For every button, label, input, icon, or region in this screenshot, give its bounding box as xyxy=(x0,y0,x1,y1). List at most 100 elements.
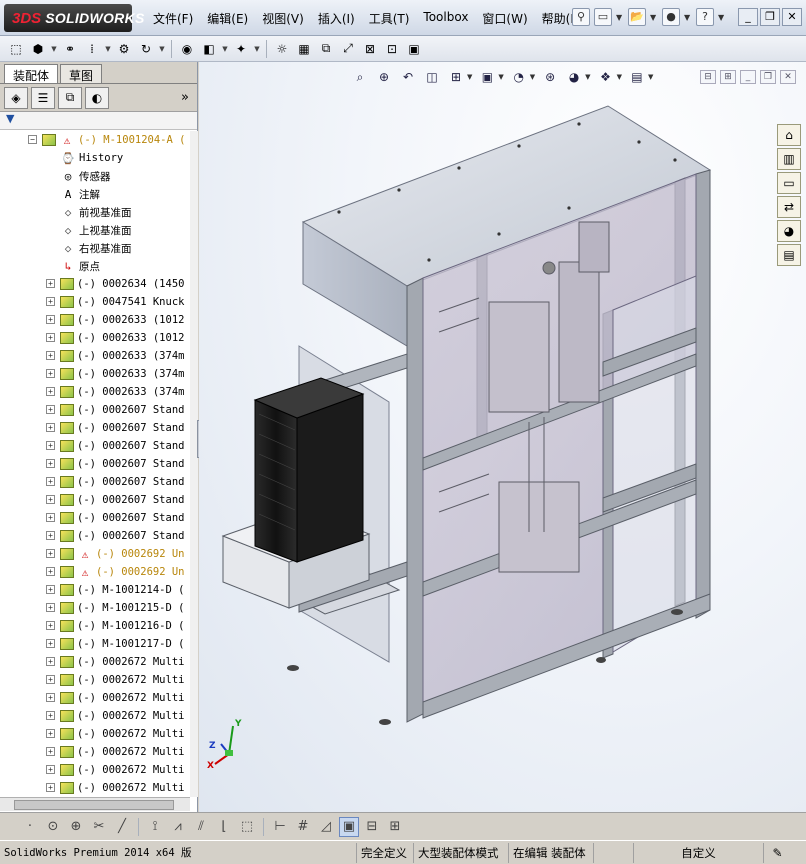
tree-component[interactable]: + (-) M-1001216-D ( xyxy=(0,617,190,635)
help-icon[interactable]: ? xyxy=(696,8,714,26)
open-folder-icon[interactable]: 📂 xyxy=(628,8,646,26)
insert-dropdown-icon[interactable]: ▼ xyxy=(50,39,58,59)
pattern-icon[interactable]: ◿ xyxy=(316,817,336,837)
front-left-post[interactable] xyxy=(406,277,424,723)
split-grid-icon[interactable]: ⊞ xyxy=(385,817,405,837)
tree-component[interactable]: + (-) 0002633 (374m xyxy=(0,347,190,365)
tree-component[interactable]: + (-) M-1001215-D ( xyxy=(0,599,190,617)
explode-line-icon[interactable]: ⤢ xyxy=(338,39,358,59)
expand-toggle-icon[interactable]: + xyxy=(46,279,55,288)
smart-fasteners-icon[interactable]: ⚙ xyxy=(114,39,134,59)
tree-component[interactable]: + (-) 0002672 Multi xyxy=(0,761,190,779)
open-dropdown-icon[interactable]: ▼ xyxy=(650,13,658,22)
tree-component[interactable]: + (-) M-1001217-D ( xyxy=(0,635,190,653)
tree-item[interactable]: ↳ 原点 xyxy=(0,257,190,275)
move-dropdown-icon[interactable]: ▼ xyxy=(158,39,166,59)
edit-component-icon[interactable]: ⬚ xyxy=(6,39,26,59)
tree-component[interactable]: + (-) 0002634 (1450 xyxy=(0,275,190,293)
expand-toggle-icon[interactable]: + xyxy=(46,639,55,648)
tree-component[interactable]: + (-) 0002607 Stand xyxy=(0,419,190,437)
expand-toggle-icon[interactable]: + xyxy=(46,567,55,576)
line-icon[interactable]: ╱ xyxy=(112,817,132,837)
expand-toggle-icon[interactable]: + xyxy=(46,513,55,522)
tree-component[interactable]: + (-) 0002633 (374m xyxy=(0,365,190,383)
tree-component[interactable]: + (-) 0002607 Stand xyxy=(0,491,190,509)
parallel-icon[interactable]: ⫽ xyxy=(191,817,211,837)
configuration-manager-icon[interactable]: ⧉ xyxy=(58,86,82,109)
tree-item[interactable]: ⌚ History xyxy=(0,149,190,167)
pin-icon[interactable]: ⚲ xyxy=(572,8,590,26)
3d-view-icon[interactable]: ▣ xyxy=(339,816,359,837)
expand-toggle-icon[interactable]: + xyxy=(46,315,55,324)
more-tabs-icon[interactable]: » xyxy=(181,90,189,105)
restore-icon[interactable]: ❐ xyxy=(760,8,780,26)
expand-toggle-icon[interactable]: + xyxy=(46,765,55,774)
polygon-icon[interactable]: ⊕ xyxy=(66,817,86,837)
expand-toggle-icon[interactable]: + xyxy=(46,351,55,360)
tree-component[interactable]: + (-) 0002607 Stand xyxy=(0,401,190,419)
show-hidden-icon[interactable]: ◉ xyxy=(177,39,197,59)
new-motion-study-icon[interactable]: ☼ xyxy=(272,39,292,59)
tree-component[interactable]: + (-) 0002633 (374m xyxy=(0,383,190,401)
expand-toggle-icon[interactable]: + xyxy=(46,423,55,432)
menu-item[interactable]: Toolbox xyxy=(416,10,475,27)
expand-toggle-icon[interactable]: + xyxy=(46,531,55,540)
features-dropdown-icon[interactable]: ▼ xyxy=(221,39,229,59)
tree-component[interactable]: + (-) 0002672 Multi xyxy=(0,671,190,689)
assembly-features-icon[interactable]: ◧ xyxy=(199,39,219,59)
expand-toggle-icon[interactable]: + xyxy=(46,657,55,666)
view-palette-icon[interactable]: ⇄ xyxy=(777,196,801,218)
circle-icon[interactable]: ⊙ xyxy=(43,817,63,837)
mate-icon[interactable]: ⚭ xyxy=(60,39,80,59)
expand-toggle-icon[interactable]: + xyxy=(46,477,55,486)
split-horizontal-icon[interactable]: ⊟ xyxy=(362,817,382,837)
tab-assembly[interactable]: 装配体 xyxy=(4,64,59,83)
traffic-light-icon[interactable]: ● xyxy=(662,8,680,26)
tree-item[interactable]: ◇ 前视基准面 xyxy=(0,203,190,221)
snapshot-icon[interactable]: ▣ xyxy=(404,39,424,59)
tree-root-assembly[interactable]: − ⚠ (-) M-1001204-A ( xyxy=(0,131,190,149)
tree-component[interactable]: + (-) 0047541 Knuck xyxy=(0,293,190,311)
tree-component[interactable]: + ⚠ (-) 0002692 Un xyxy=(0,545,190,563)
instant3d-icon[interactable]: ⊡ xyxy=(382,39,402,59)
tree-component[interactable]: + (-) 0002633 (1012 xyxy=(0,329,190,347)
offset-icon[interactable]: ⟟ xyxy=(145,817,165,837)
tree-item[interactable]: ◎ 传感器 xyxy=(0,167,190,185)
status-units[interactable]: 自定义 xyxy=(633,842,763,863)
tree-component[interactable]: + (-) 0002672 Multi xyxy=(0,725,190,743)
display-manager-icon[interactable]: ◐ xyxy=(85,86,109,109)
expand-toggle-icon[interactable]: + xyxy=(46,369,55,378)
expand-toggle-icon[interactable]: + xyxy=(46,585,55,594)
tree-item[interactable]: ◇ 右视基准面 xyxy=(0,239,190,257)
expand-toggle-icon[interactable]: + xyxy=(46,297,55,306)
menu-item[interactable]: 视图(V) xyxy=(255,10,311,27)
tree-component[interactable]: + (-) 0002607 Stand xyxy=(0,455,190,473)
expand-toggle-icon[interactable]: + xyxy=(46,549,55,558)
component-pattern-icon[interactable]: ⁞ xyxy=(82,39,102,59)
move-component-icon[interactable]: ↻ xyxy=(136,39,156,59)
expand-toggle-icon[interactable]: + xyxy=(46,621,55,630)
feature-tree-icon[interactable]: ◈ xyxy=(4,86,28,109)
expand-toggle-icon[interactable]: + xyxy=(46,711,55,720)
home-icon[interactable]: ⌂ xyxy=(777,124,801,146)
tree-item[interactable]: ◇ 上视基准面 xyxy=(0,221,190,239)
assembly-model[interactable] xyxy=(199,62,806,812)
grid-icon[interactable]: # xyxy=(293,817,313,837)
mirror-icon[interactable]: ⩘ xyxy=(168,817,188,837)
stacked-part-front[interactable] xyxy=(254,399,298,563)
tree-filter[interactable]: ▼ xyxy=(0,112,197,130)
insert-component-icon[interactable]: ⬢ xyxy=(28,39,48,59)
rebuild-dropdown-icon[interactable]: ▼ xyxy=(684,13,692,22)
trim-icon[interactable]: ✂ xyxy=(89,817,109,837)
tree-component[interactable]: + (-) 0002672 Multi xyxy=(0,743,190,761)
exploded-view-icon[interactable]: ⧉ xyxy=(316,39,336,59)
tree-component[interactable]: + (-) 0002672 Multi xyxy=(0,653,190,671)
tree-component[interactable]: + (-) 0002607 Stand xyxy=(0,527,190,545)
new-document-icon[interactable]: ▭ xyxy=(594,8,612,26)
reference-geometry-icon[interactable]: ✦ xyxy=(231,39,251,59)
menu-item[interactable]: 工具(T) xyxy=(362,10,417,27)
custom-properties-icon[interactable]: ▤ xyxy=(777,244,801,266)
expand-toggle-icon[interactable]: + xyxy=(46,729,55,738)
status-help-icon[interactable]: ✎ xyxy=(763,842,791,863)
tree-component[interactable]: + (-) 0002607 Stand xyxy=(0,437,190,455)
